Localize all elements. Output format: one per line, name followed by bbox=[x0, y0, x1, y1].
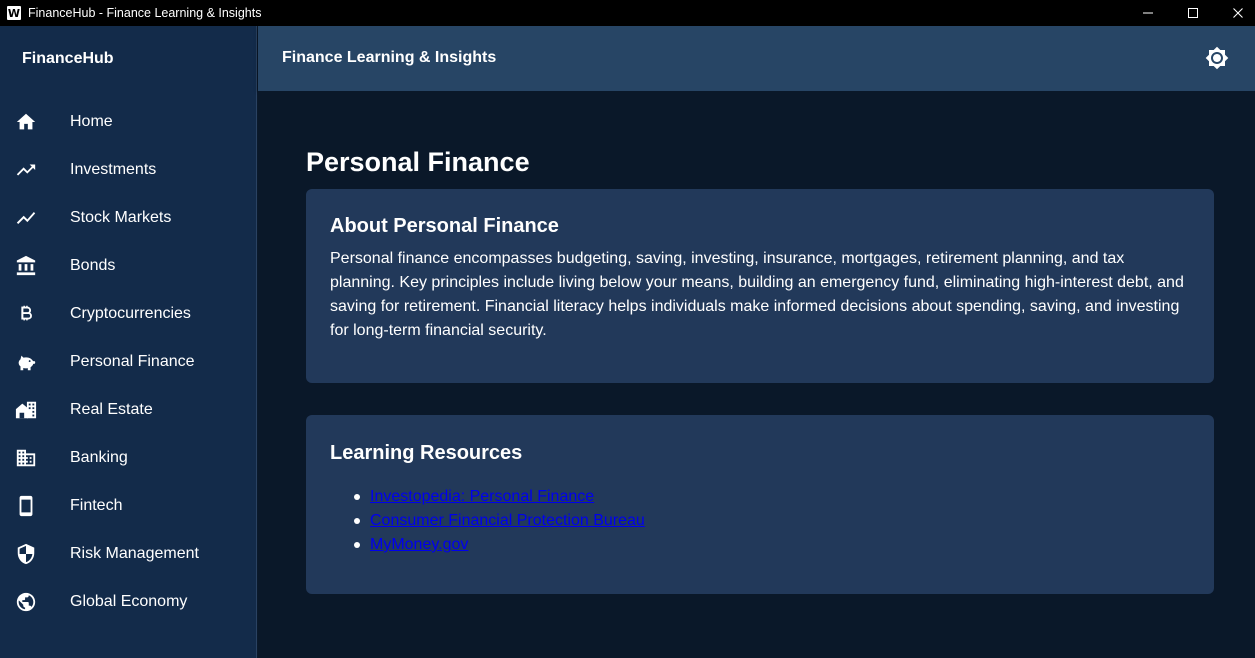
sidebar-item-real-estate[interactable]: Real Estate bbox=[0, 386, 257, 434]
page-title: Personal Finance bbox=[306, 147, 530, 177]
main-content: Personal Finance About Personal Finance … bbox=[258, 91, 1255, 658]
resources-card: Learning Resources Investopedia: Persona… bbox=[306, 415, 1214, 594]
resource-link[interactable]: Investopedia: Personal Finance bbox=[370, 488, 594, 506]
header-title: Finance Learning & Insights bbox=[282, 49, 497, 66]
app-logo-icon: W bbox=[7, 6, 21, 20]
building-icon bbox=[15, 447, 37, 469]
list-item: Consumer Financial Protection Bureau bbox=[330, 509, 645, 533]
sidebar-item-label: Banking bbox=[70, 449, 128, 466]
sidebar-item-label: Global Economy bbox=[70, 593, 188, 610]
bullet-icon bbox=[354, 542, 360, 548]
window-title-bar: W FinanceHub - Finance Learning & Insigh… bbox=[0, 0, 1255, 26]
sidebar: FinanceHub Home Investments Stock Market… bbox=[0, 26, 257, 658]
sidebar-item-label: Cryptocurrencies bbox=[70, 305, 191, 322]
smartphone-icon bbox=[15, 495, 37, 517]
sidebar-item-banking[interactable]: Banking bbox=[0, 434, 257, 482]
close-icon bbox=[1233, 8, 1243, 18]
sidebar-item-investments[interactable]: Investments bbox=[0, 146, 257, 194]
sidebar-item-stock-markets[interactable]: Stock Markets bbox=[0, 194, 257, 242]
brand-title[interactable]: FinanceHub bbox=[22, 50, 114, 68]
bullet-icon bbox=[354, 494, 360, 500]
trending-up-icon bbox=[15, 159, 37, 181]
bullet-icon bbox=[354, 518, 360, 524]
brightness-icon bbox=[1205, 46, 1229, 70]
about-card: About Personal Finance Personal finance … bbox=[306, 189, 1214, 383]
resources-list: Investopedia: Personal Finance Consumer … bbox=[330, 485, 645, 557]
about-card-text: Personal finance encompasses budgeting, … bbox=[330, 250, 1184, 339]
sidebar-item-label: Real Estate bbox=[70, 401, 153, 418]
sidebar-item-global-economy[interactable]: Global Economy bbox=[0, 578, 257, 626]
piggy-bank-icon bbox=[15, 351, 37, 373]
bank-icon bbox=[15, 255, 37, 277]
about-card-title: About Personal Finance bbox=[330, 215, 559, 237]
maximize-button[interactable] bbox=[1170, 0, 1216, 26]
sidebar-item-label: Risk Management bbox=[70, 545, 199, 562]
minimize-icon bbox=[1143, 12, 1153, 14]
sidebar-item-label: Home bbox=[70, 113, 113, 130]
sidebar-item-bonds[interactable]: Bonds bbox=[0, 242, 257, 290]
minimize-button[interactable] bbox=[1125, 0, 1171, 26]
line-chart-icon bbox=[15, 207, 37, 229]
list-item: MyMoney.gov bbox=[330, 533, 645, 557]
sidebar-item-label: Personal Finance bbox=[70, 353, 195, 370]
shield-icon bbox=[15, 543, 37, 565]
sidebar-item-fintech[interactable]: Fintech bbox=[0, 482, 257, 530]
list-item: Investopedia: Personal Finance bbox=[330, 485, 645, 509]
sidebar-item-cryptocurrencies[interactable]: Cryptocurrencies bbox=[0, 290, 257, 338]
sidebar-item-risk-management[interactable]: Risk Management bbox=[0, 530, 257, 578]
sidebar-item-label: Fintech bbox=[70, 497, 123, 514]
sidebar-item-label: Stock Markets bbox=[70, 209, 172, 226]
sidebar-nav: Home Investments Stock Markets Bonds Cry… bbox=[0, 98, 257, 626]
resources-card-title: Learning Resources bbox=[330, 442, 523, 464]
bitcoin-icon bbox=[15, 303, 37, 325]
real-estate-icon bbox=[15, 399, 37, 421]
sidebar-item-label: Bonds bbox=[70, 257, 116, 274]
resource-link[interactable]: Consumer Financial Protection Bureau bbox=[370, 512, 645, 530]
close-button[interactable] bbox=[1215, 0, 1255, 26]
sidebar-item-home[interactable]: Home bbox=[0, 98, 257, 146]
maximize-icon bbox=[1188, 8, 1198, 18]
home-icon bbox=[15, 111, 37, 133]
globe-icon bbox=[15, 591, 37, 613]
theme-toggle-button[interactable] bbox=[1205, 46, 1229, 70]
sidebar-item-label: Investments bbox=[70, 161, 157, 178]
resource-link[interactable]: MyMoney.gov bbox=[370, 536, 468, 554]
sidebar-item-personal-finance[interactable]: Personal Finance bbox=[0, 338, 257, 386]
app-header: Finance Learning & Insights bbox=[258, 26, 1255, 91]
window-title: FinanceHub - Finance Learning & Insights bbox=[28, 6, 262, 20]
